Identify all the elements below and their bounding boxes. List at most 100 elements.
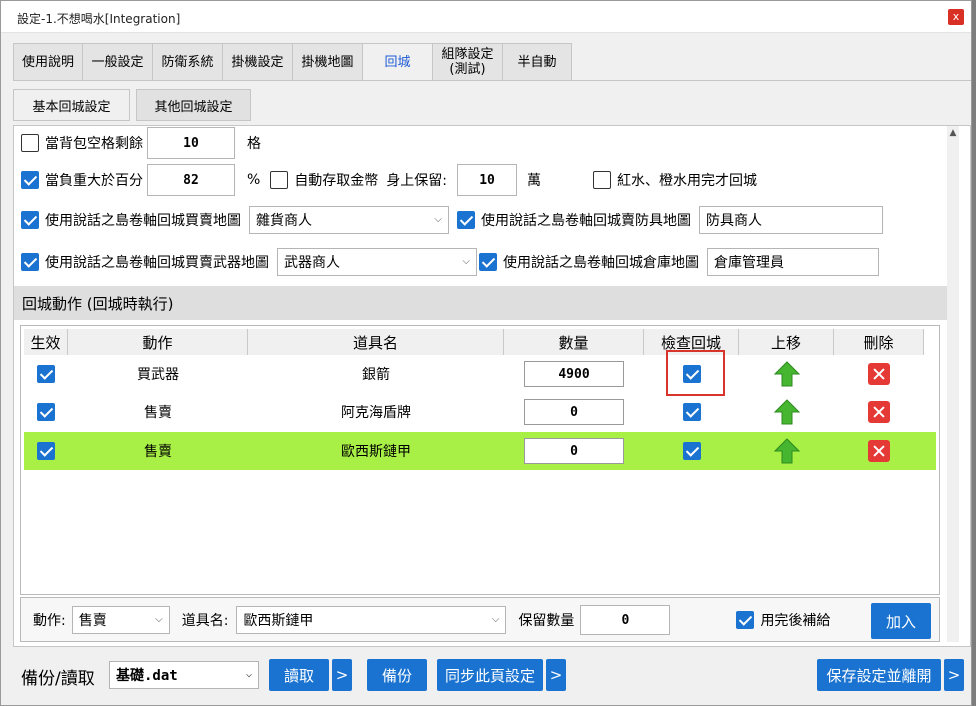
add-button[interactable]: 加入 [871,603,931,639]
row-enabled[interactable] [24,355,68,393]
tab-afk[interactable]: 掛機設定 [222,43,293,80]
scroll-armor-label: 使用說話之島卷軸回城賣防具地圖 [481,213,691,229]
backup-file-value: 基礎.dat [116,668,178,684]
read-button[interactable]: 讀取 [269,659,329,691]
up-arrow-icon[interactable] [773,399,800,425]
weight-input[interactable]: 82 [147,164,235,196]
qty-input[interactable]: 4900 [524,361,624,387]
tab-instructions[interactable]: 使用說明 [13,43,83,80]
check-return-checkbox[interactable] [682,442,701,460]
delete-icon[interactable] [868,401,890,423]
check-return-checkbox[interactable] [682,403,701,421]
table-row[interactable]: 售賣 阿克海盾牌 0 [24,393,936,431]
row-enabled[interactable] [24,432,68,470]
enabled-checkbox[interactable] [37,365,55,383]
bag-slots-input[interactable]: 10 [147,127,235,159]
weight-setting: 當負重大於百分 82 % 自動存取金幣 身上保留: 10 萬 紅水、橙水用完才回… [21,164,757,196]
scroll-weapon-checkbox[interactable] [21,253,39,271]
editor-item-select[interactable]: 歐西斯鏈甲 ⌵ [236,606,507,634]
scroll-warehouse-label: 使用說話之島卷軸回城倉庫地圖 [503,255,699,271]
return-actions-header: 回城動作 (回城時執行) [14,286,947,320]
weight-label: 當負重大於百分 [45,173,143,189]
refill-checkbox[interactable] [736,611,755,629]
scroll-warehouse-value: 倉庫管理員 [714,255,784,271]
scroll-weapon-label: 使用說話之島卷軸回城買賣武器地圖 [45,255,269,271]
potions-label: 紅水、橙水用完才回城 [617,173,758,189]
tab-afk-map[interactable]: 掛機地圖 [292,43,363,80]
editor-action-value: 售賣 [78,613,107,629]
return-actions-table: 生效 動作 道具名 數量 檢查回城 上移 刪除 買武器 銀箭 4900 售賣 阿… [20,325,940,595]
enabled-checkbox[interactable] [37,442,55,460]
delete-icon[interactable] [868,440,890,462]
row-move-up[interactable] [739,393,834,431]
enabled-checkbox[interactable] [37,403,55,421]
row-check-return[interactable] [644,432,739,470]
scroll-armor-select[interactable]: 防具商人 [699,206,883,234]
scroll-armor-value: 防具商人 [706,213,762,229]
col-move-up: 上移 [739,329,834,355]
subtab-basic-return[interactable]: 基本回城設定 [13,89,130,121]
row-enabled[interactable] [24,393,68,431]
keep-on-hand-unit: 萬 [527,173,542,189]
scroll-sell-label: 使用說話之島卷軸回城買賣地圖 [45,213,241,229]
scroll-weapon-setting: 使用說話之島卷軸回城買賣武器地圖 武器商人 ⌵ 使用說話之島卷軸回城倉庫地圖 倉… [21,248,879,276]
keep-on-hand-input[interactable]: 10 [457,164,518,196]
table-row-selected[interactable]: 售賣 歐西斯鏈甲 0 [24,432,936,470]
weight-unit: % [247,172,261,188]
scroll-weapon-select[interactable]: 武器商人 ⌵ [277,248,477,276]
scroll-warehouse-checkbox[interactable] [479,253,497,271]
editor-item-value: 歐西斯鏈甲 [243,613,314,629]
vertical-scrollbar[interactable]: ▲ [947,126,959,642]
row-delete[interactable] [834,393,924,431]
row-move-up[interactable] [739,355,834,393]
delete-icon[interactable] [868,363,890,385]
tab-general[interactable]: 一般設定 [82,43,153,80]
bag-slots-setting: 當背包空格剩餘 10 格 [21,127,261,159]
chevron-down-icon: ⌵ [155,614,163,625]
up-arrow-icon[interactable] [773,361,800,387]
row-delete[interactable] [834,432,924,470]
backup-button[interactable]: 備份 [367,659,427,691]
sync-page-button[interactable]: 同步此頁設定 [437,659,543,691]
tab-party[interactable]: 組隊設定 (測試) [432,43,503,80]
save-more-button[interactable]: > [944,659,964,691]
row-check-return[interactable] [644,393,739,431]
editor-keep-input[interactable]: 0 [580,605,671,635]
scroll-sell-select[interactable]: 雜貨商人 ⌵ [249,206,449,234]
table-row[interactable]: 買武器 銀箭 4900 [24,355,936,393]
tabs-divider [13,80,971,81]
up-arrow-icon[interactable] [773,438,800,464]
scroll-armor-checkbox[interactable] [457,211,475,229]
bag-slots-checkbox[interactable] [21,134,39,152]
chevron-down-icon: ⌵ [434,214,442,225]
table-header: 生效 動作 道具名 數量 檢查回城 上移 刪除 [24,329,924,355]
qty-input[interactable]: 0 [524,399,624,425]
row-item: 歐西斯鏈甲 [341,444,411,460]
scroll-sell-value: 雜貨商人 [256,213,312,229]
row-delete[interactable] [834,355,924,393]
qty-input[interactable]: 0 [524,438,624,464]
sub-tabs: 基本回城設定 其他回城設定 [13,89,257,121]
row-move-up[interactable] [739,432,834,470]
scroll-up-icon[interactable]: ▲ [947,128,959,140]
tab-return[interactable]: 回城 [362,43,433,81]
scroll-sell-checkbox[interactable] [21,211,39,229]
editor-action-select[interactable]: 售賣 ⌵ [71,606,170,634]
row-action: 售賣 [144,444,172,460]
sync-more-button[interactable]: > [546,659,566,691]
auto-deposit-label: 自動存取金幣 [294,173,379,189]
potions-checkbox[interactable] [593,171,612,189]
col-qty: 數量 [504,329,644,355]
tab-semi-auto[interactable]: 半自動 [502,43,572,80]
auto-deposit-checkbox[interactable] [270,171,289,189]
backup-file-select[interactable]: 基礎.dat ⌵ [109,661,259,689]
title-bar: 設定-1.不想喝水[Integration] x [1,1,971,33]
tab-defense[interactable]: 防衛系統 [152,43,223,80]
scroll-warehouse-select[interactable]: 倉庫管理員 [707,248,879,276]
close-icon[interactable]: x [948,9,964,25]
weight-checkbox[interactable] [21,171,39,189]
scroll-weapon-value: 武器商人 [284,255,340,271]
read-more-button[interactable]: > [332,659,352,691]
subtab-other-return[interactable]: 其他回城設定 [136,89,251,121]
save-and-exit-button[interactable]: 保存設定並離開 [817,659,941,691]
